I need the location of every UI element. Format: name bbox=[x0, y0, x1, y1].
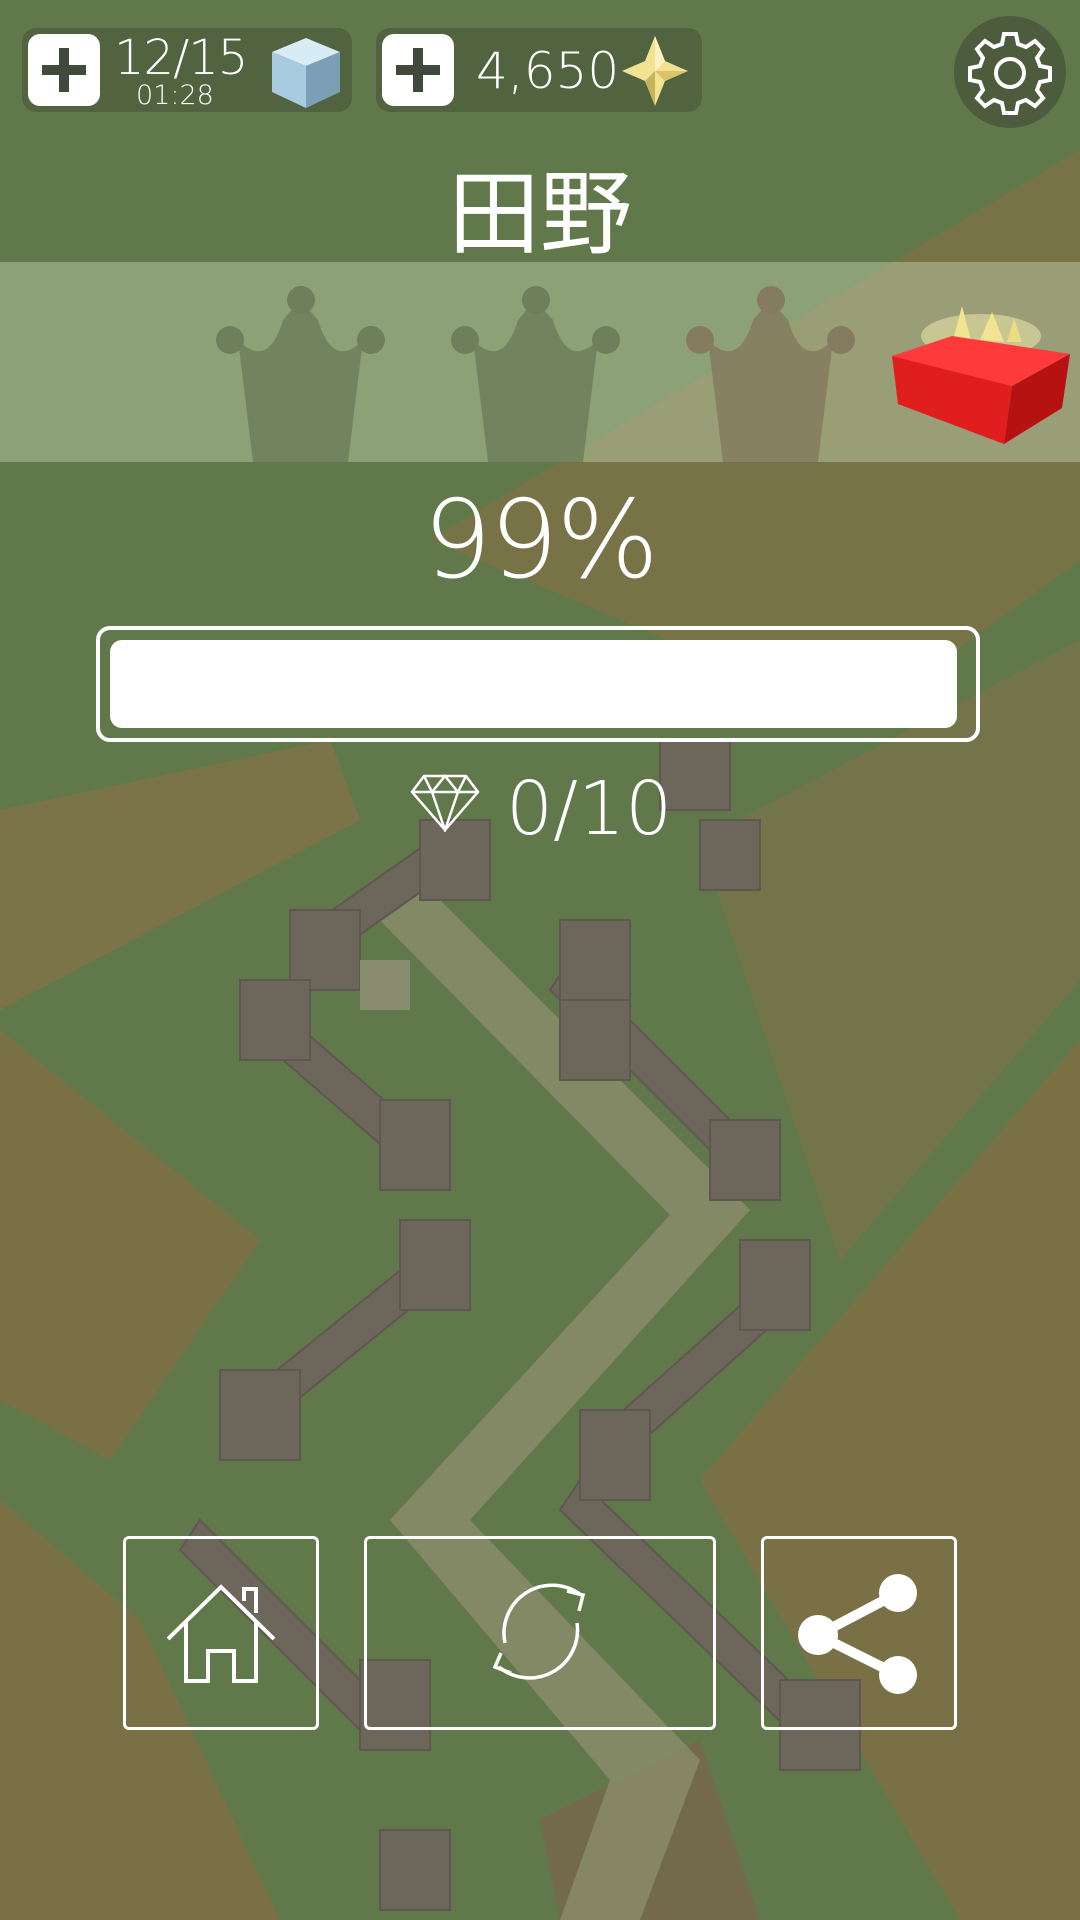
red-gift-box-icon[interactable] bbox=[892, 296, 1070, 446]
coin-count: 4,650 bbox=[476, 42, 620, 100]
progress-bar bbox=[96, 626, 980, 742]
gold-star-icon bbox=[622, 36, 688, 106]
restart-button[interactable] bbox=[364, 1536, 716, 1730]
coin-panel: 4,650 bbox=[376, 28, 702, 112]
crown-icon bbox=[686, 286, 855, 462]
energy-count: 12/15 bbox=[114, 30, 248, 86]
energy-panel: 12/15 01:28 bbox=[22, 28, 352, 112]
gem-count: 0/10 bbox=[506, 766, 673, 852]
home-button[interactable] bbox=[123, 1536, 319, 1730]
energy-timer: 01:28 bbox=[136, 80, 214, 111]
share-button[interactable] bbox=[761, 1536, 957, 1730]
settings-button[interactable] bbox=[954, 16, 1066, 128]
progress-bar-fill bbox=[110, 640, 957, 728]
add-energy-button[interactable] bbox=[28, 34, 100, 106]
ice-cube-icon bbox=[272, 38, 340, 108]
gear-icon bbox=[968, 32, 1052, 115]
crown-icon bbox=[451, 286, 620, 462]
gem-counter: 0/10 bbox=[410, 766, 710, 852]
level-title: 田野 bbox=[447, 161, 632, 268]
diamond-icon bbox=[410, 774, 480, 832]
add-coins-button[interactable] bbox=[382, 34, 454, 106]
home-icon bbox=[166, 1584, 276, 1683]
share-icon bbox=[798, 1574, 917, 1694]
progress-percent: 99% bbox=[422, 478, 659, 603]
crown-icon bbox=[216, 286, 385, 462]
restart-icon bbox=[492, 1583, 586, 1680]
